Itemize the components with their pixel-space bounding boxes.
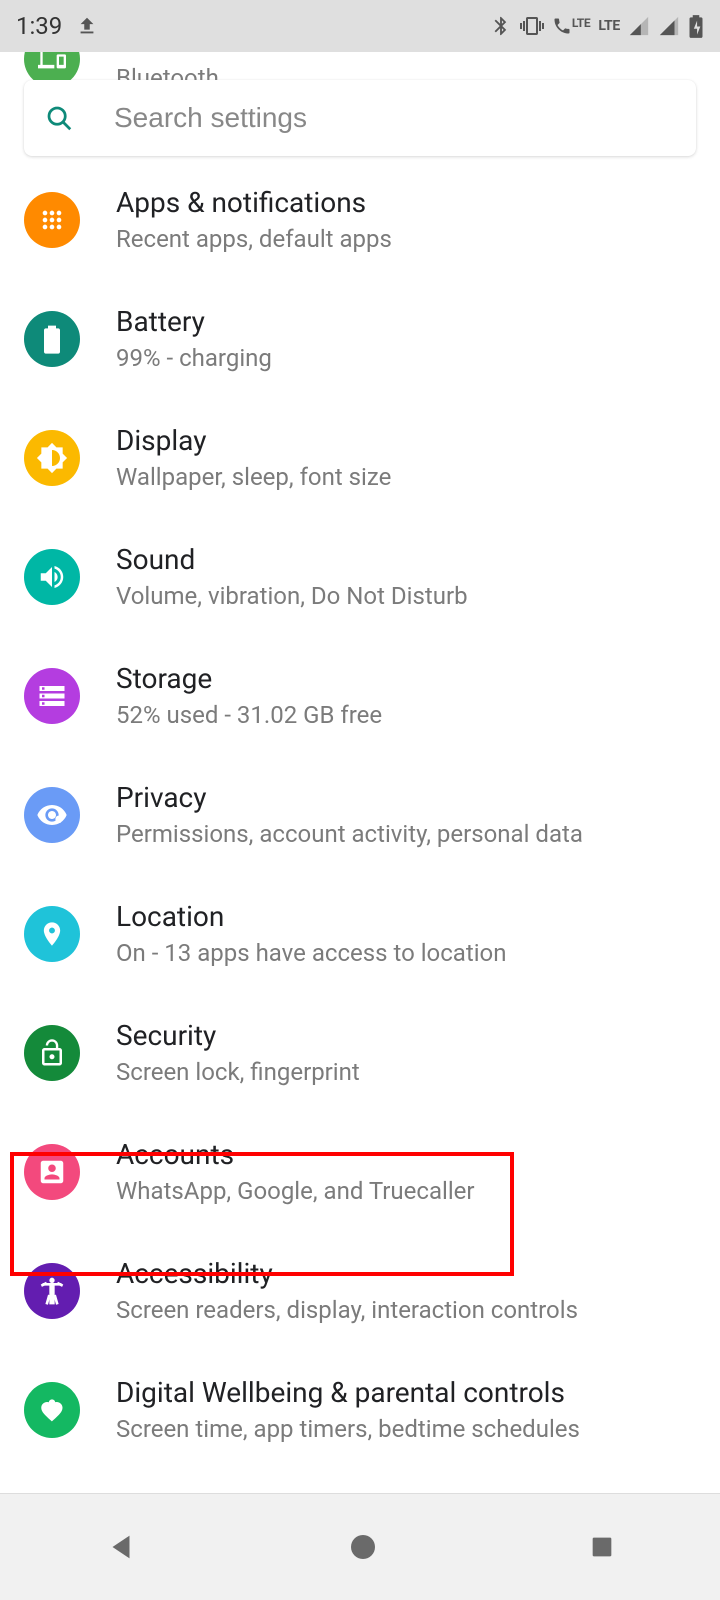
volte-call-icon — [552, 16, 572, 36]
vibrate-icon — [520, 14, 544, 38]
item-subtitle: Screen time, app timers, bedtime schedul… — [116, 1415, 696, 1443]
search-input[interactable] — [114, 102, 676, 134]
security-icon — [24, 1025, 80, 1081]
signal-icon-1 — [628, 15, 650, 37]
settings-item-accessibility[interactable]: Accessibility Screen readers, display, i… — [0, 1231, 720, 1350]
accounts-icon — [24, 1144, 80, 1200]
item-title: Security — [116, 1019, 696, 1052]
storage-icon — [24, 668, 80, 724]
settings-item-security[interactable]: Security Screen lock, fingerprint — [0, 993, 720, 1112]
status-time: 1:39 — [16, 12, 62, 40]
item-title: Apps & notifications — [116, 186, 696, 219]
item-title: Battery — [116, 305, 696, 338]
devices-icon — [24, 52, 80, 80]
lte-label: LTE — [572, 16, 590, 30]
nav-back-icon[interactable] — [104, 1530, 138, 1564]
item-title: Accounts — [116, 1138, 696, 1171]
battery-charging-icon — [688, 13, 704, 39]
item-subtitle: Volume, vibration, Do Not Disturb — [116, 582, 696, 610]
item-subtitle: 99% - charging — [116, 344, 696, 372]
status-bar: 1:39 LTE LTE — [0, 0, 720, 52]
display-icon — [24, 430, 80, 486]
settings-item-privacy[interactable]: Privacy Permissions, account activity, p… — [0, 755, 720, 874]
settings-item-google[interactable]: Google Services & preferences — [0, 1469, 720, 1493]
settings-list[interactable]: Connected devices Bluetooth Apps & notif… — [0, 52, 720, 1493]
settings-item-connected-devices[interactable]: Connected devices Bluetooth — [0, 52, 720, 80]
item-subtitle: On - 13 apps have access to location — [116, 939, 696, 967]
privacy-icon — [24, 787, 80, 843]
settings-item-display[interactable]: Display Wallpaper, sleep, font size — [0, 398, 720, 517]
sound-icon — [24, 549, 80, 605]
item-title: Connected devices — [116, 52, 696, 58]
accessibility-icon — [24, 1263, 80, 1319]
item-subtitle: 52% used - 31.02 GB free — [116, 701, 696, 729]
item-subtitle: Screen lock, fingerprint — [116, 1058, 696, 1086]
item-title: Privacy — [116, 781, 696, 814]
upload-icon — [76, 15, 98, 37]
wellbeing-icon — [24, 1382, 80, 1438]
battery-icon — [24, 311, 80, 367]
settings-item-storage[interactable]: Storage 52% used - 31.02 GB free — [0, 636, 720, 755]
settings-item-wellbeing[interactable]: Digital Wellbeing & parental controls Sc… — [0, 1350, 720, 1469]
item-subtitle: Wallpaper, sleep, font size — [116, 463, 696, 491]
settings-item-location[interactable]: Location On - 13 apps have access to loc… — [0, 874, 720, 993]
nav-recent-icon[interactable] — [588, 1533, 616, 1561]
item-title: Location — [116, 900, 696, 933]
location-icon — [24, 906, 80, 962]
item-subtitle: Bluetooth — [116, 64, 696, 80]
bluetooth-icon — [490, 13, 512, 39]
item-subtitle: Recent apps, default apps — [116, 225, 696, 253]
settings-item-sound[interactable]: Sound Volume, vibration, Do Not Disturb — [0, 517, 720, 636]
apps-icon — [24, 192, 80, 248]
lte-label-2: LTE — [598, 18, 620, 34]
item-subtitle: WhatsApp, Google, and Truecaller — [116, 1177, 696, 1205]
item-title: Accessibility — [116, 1257, 696, 1290]
item-title: Sound — [116, 543, 696, 576]
nav-home-icon[interactable] — [347, 1531, 379, 1563]
settings-item-accounts[interactable]: Accounts WhatsApp, Google, and Truecalle… — [0, 1112, 720, 1231]
signal-icon-2 — [658, 15, 680, 37]
item-title: Display — [116, 424, 696, 457]
item-title: Storage — [116, 662, 696, 695]
item-title: Digital Wellbeing & parental controls — [116, 1376, 696, 1409]
navigation-bar — [0, 1493, 720, 1600]
item-subtitle: Permissions, account activity, personal … — [116, 820, 696, 848]
settings-item-apps[interactable]: Apps & notifications Recent apps, defaul… — [0, 160, 720, 279]
search-icon — [44, 103, 74, 133]
settings-item-battery[interactable]: Battery 99% - charging — [0, 279, 720, 398]
item-subtitle: Screen readers, display, interaction con… — [116, 1296, 696, 1324]
search-box[interactable] — [24, 80, 696, 156]
